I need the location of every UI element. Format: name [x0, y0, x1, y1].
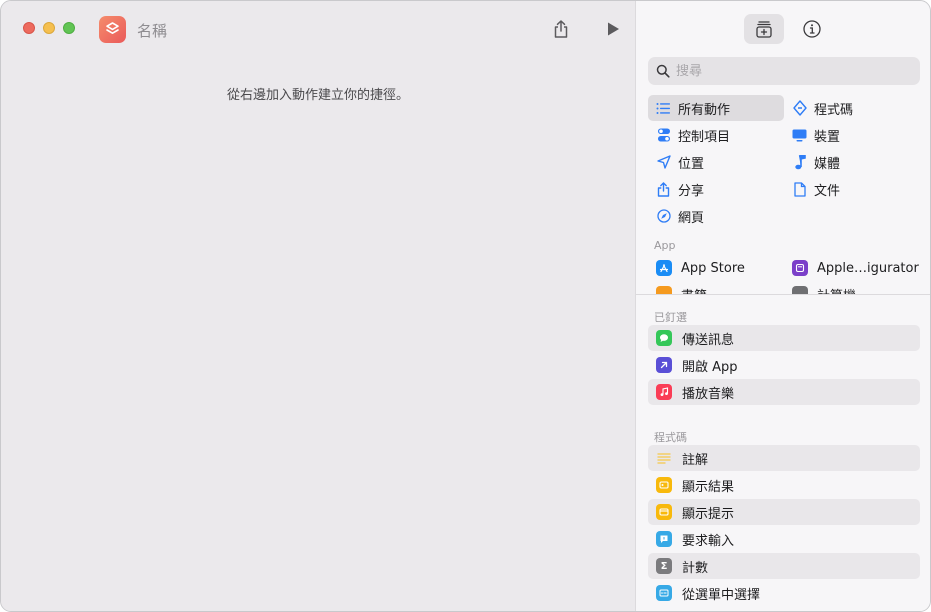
code-actions-list: 註解 顯示結果 顯示提示 要求輸入 Σ 計數 從選單中選擇 — [648, 445, 920, 607]
share-icon — [656, 181, 671, 197]
category-label: 所有動作 — [678, 102, 731, 118]
app-item-apple-configurator[interactable]: Apple…igurator — [792, 255, 919, 281]
category-label: 裝置 — [814, 129, 841, 145]
document-icon — [792, 181, 807, 197]
display-icon — [792, 128, 807, 143]
app-label: 計算機 — [817, 285, 856, 295]
minimize-button[interactable] — [43, 22, 55, 34]
shortcut-icon[interactable] — [99, 16, 126, 43]
action-label: 顯示提示 — [682, 506, 735, 522]
input-bubble-icon — [656, 531, 672, 547]
action-open-app[interactable]: 開啟 App — [648, 352, 920, 378]
action-count[interactable]: Σ 計數 — [648, 553, 920, 579]
category-sharing[interactable]: 分享 — [648, 176, 784, 202]
action-label: 註解 — [682, 452, 709, 468]
play-icon — [608, 22, 619, 36]
sidebar-divider — [636, 294, 930, 295]
sigma-icon: Σ — [656, 558, 672, 574]
apps-section-header: App — [654, 239, 676, 252]
result-icon — [656, 477, 672, 493]
action-show-alert[interactable]: 顯示提示 — [648, 499, 920, 525]
action-label: 傳送訊息 — [682, 332, 735, 348]
menu-list-icon — [656, 585, 672, 601]
action-ask-for-input[interactable]: 要求輸入 — [648, 526, 920, 552]
action-label: 開啟 App — [682, 359, 738, 375]
category-controls[interactable]: 控制項目 — [648, 122, 784, 148]
code-icon — [792, 100, 807, 116]
action-show-result[interactable]: 顯示結果 — [648, 472, 920, 498]
category-label: 文件 — [814, 183, 841, 199]
compass-icon — [656, 209, 671, 224]
category-label: 程式碼 — [814, 102, 854, 118]
category-label: 控制項目 — [678, 129, 731, 145]
comment-lines-icon — [656, 450, 672, 466]
shortcuts-logo-icon — [106, 22, 119, 34]
editor-canvas[interactable]: 名稱 從右邊加入動作建立你的捷徑。 — [1, 1, 635, 611]
books-icon — [656, 286, 672, 294]
library-add-icon — [756, 21, 772, 38]
alert-window-icon — [656, 504, 672, 520]
action-label: 計數 — [682, 560, 709, 576]
app-store-icon — [656, 260, 672, 276]
action-play-music[interactable]: 播放音樂 — [648, 379, 920, 405]
app-item-calculator[interactable]: 計算機 — [792, 281, 856, 294]
list-icon — [656, 101, 671, 116]
message-bubble-icon — [656, 330, 672, 346]
action-label: 播放音樂 — [682, 386, 735, 402]
search-icon — [656, 64, 670, 78]
app-item-books[interactable]: 書籍 — [656, 281, 707, 294]
shortcuts-window: 名稱 從右邊加入動作建立你的捷徑。 搜尋 所有動作 程式碼 控制項目 裝置 位置… — [0, 0, 931, 612]
category-code[interactable]: 程式碼 — [784, 95, 920, 121]
tab-details[interactable] — [792, 14, 832, 44]
category-label: 位置 — [678, 156, 705, 172]
action-library-sidebar: 所有動作 程式碼 控制項目 裝置 — [635, 1, 930, 611]
empty-state-message: 從右邊加入動作建立你的捷徑。 — [226, 88, 409, 103]
action-label: 從選單中選擇 — [682, 587, 761, 603]
arrow-up-right-icon — [656, 357, 672, 373]
close-button[interactable] — [23, 22, 35, 34]
category-documents[interactable]: 文件 — [784, 176, 920, 202]
apps-overflow-clip: 書籍 計算機 — [636, 281, 930, 294]
pinned-actions-list: 傳送訊息 開啟 App 播放音樂 — [648, 325, 920, 406]
shortcut-name[interactable]: 名稱 — [137, 20, 167, 41]
calculator-icon — [792, 286, 808, 294]
app-label: 書籍 — [681, 285, 707, 295]
info-icon — [803, 20, 821, 38]
category-label: 媒體 — [814, 156, 841, 172]
location-arrow-icon — [656, 155, 671, 170]
app-label: Apple…igurator — [817, 260, 919, 276]
music-note-icon — [656, 384, 672, 400]
action-label: 顯示結果 — [682, 479, 735, 495]
category-label: 分享 — [678, 183, 705, 199]
category-location[interactable]: 位置 — [648, 149, 784, 175]
share-button[interactable] — [549, 17, 573, 41]
sidebar-tabs — [744, 14, 832, 44]
category-label: 網頁 — [678, 210, 705, 226]
window-controls — [23, 22, 75, 34]
search-input[interactable] — [676, 63, 906, 79]
category-device[interactable]: 裝置 — [784, 122, 920, 148]
code-section-header: 程式碼 — [654, 431, 687, 444]
apple-configurator-icon — [792, 260, 808, 276]
app-label: App Store — [681, 260, 745, 276]
toggle-icon — [656, 128, 671, 143]
category-media[interactable]: 媒體 — [784, 149, 920, 175]
tab-action-library[interactable] — [744, 14, 784, 44]
app-item-app-store[interactable]: App Store — [656, 255, 745, 281]
category-web[interactable]: 網頁 — [648, 203, 784, 229]
music-note-icon — [792, 154, 807, 170]
zoom-button[interactable] — [63, 22, 75, 34]
action-choose-from-menu[interactable]: 從選單中選擇 — [648, 580, 920, 606]
run-button[interactable] — [601, 17, 625, 41]
action-comment[interactable]: 註解 — [648, 445, 920, 471]
action-label: 要求輸入 — [682, 533, 735, 549]
action-send-message[interactable]: 傳送訊息 — [648, 325, 920, 351]
pinned-section-header: 已釘選 — [654, 311, 687, 324]
share-icon — [554, 20, 568, 38]
search-field[interactable] — [648, 57, 920, 85]
category-all-actions[interactable]: 所有動作 — [648, 95, 784, 121]
